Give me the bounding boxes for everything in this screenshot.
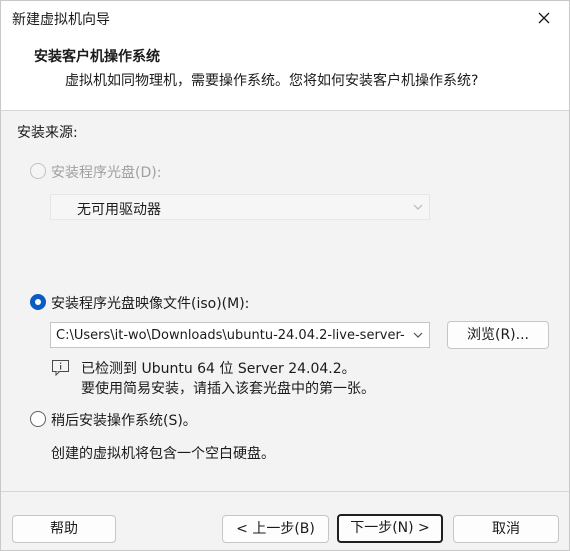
page-subtitle: 虚拟机如同物理机，需要操作系统。您将如何安装客户机操作系统?: [65, 73, 479, 89]
disc-option-label: 安装程序光盘(D):: [51, 165, 162, 181]
close-icon: [538, 12, 550, 24]
wizard-header: 安装客户机操作系统 虚拟机如同物理机，需要操作系统。您将如何安装客户机操作系统?: [1, 35, 569, 111]
footer-divider: [1, 491, 569, 492]
next-button[interactable]: 下一步(N) >: [337, 514, 443, 543]
title-bar: 新建虚拟机向导: [1, 1, 569, 35]
info-icon: [52, 360, 69, 376]
detect-info-line2: 要使用简易安装，请插入该套光盘中的第一张。: [81, 381, 375, 397]
disc-radio[interactable]: [30, 163, 46, 179]
chevron-down-icon: [413, 332, 423, 338]
new-vm-wizard-window: 新建虚拟机向导 安装客户机操作系统 虚拟机如同物理机，需要操作系统。您将如何安装…: [0, 0, 570, 551]
disc-drive-value: 无可用驱动器: [77, 202, 161, 218]
detect-info-line1: 已检测到 Ubuntu 64 位 Server 24.04.2。: [81, 361, 356, 377]
install-source-label: 安装来源:: [17, 125, 78, 141]
later-option-label: 稍后安装操作系统(S)。: [51, 413, 197, 429]
iso-radio[interactable]: [30, 294, 46, 310]
back-button[interactable]: < 上一步(B): [222, 515, 329, 543]
later-note: 创建的虚拟机将包含一个空白硬盘。: [51, 446, 275, 462]
cancel-button[interactable]: 取消: [453, 515, 559, 543]
window-title: 新建虚拟机向导: [12, 12, 110, 28]
browse-button[interactable]: 浏览(R)...: [447, 321, 549, 349]
later-radio[interactable]: [30, 411, 46, 427]
help-button[interactable]: 帮助: [12, 515, 116, 543]
disc-drive-select[interactable]: 无可用驱动器: [50, 194, 430, 220]
chevron-down-icon: [413, 204, 423, 210]
iso-option-label: 安装程序光盘映像文件(iso)(M):: [51, 296, 250, 312]
close-button[interactable]: [523, 1, 565, 35]
page-title: 安装客户机操作系统: [34, 49, 160, 65]
iso-path-value: C:\Users\it-wo\Downloads\ubuntu-24.04.2-…: [56, 328, 405, 343]
iso-path-combo[interactable]: C:\Users\it-wo\Downloads\ubuntu-24.04.2-…: [50, 322, 430, 348]
